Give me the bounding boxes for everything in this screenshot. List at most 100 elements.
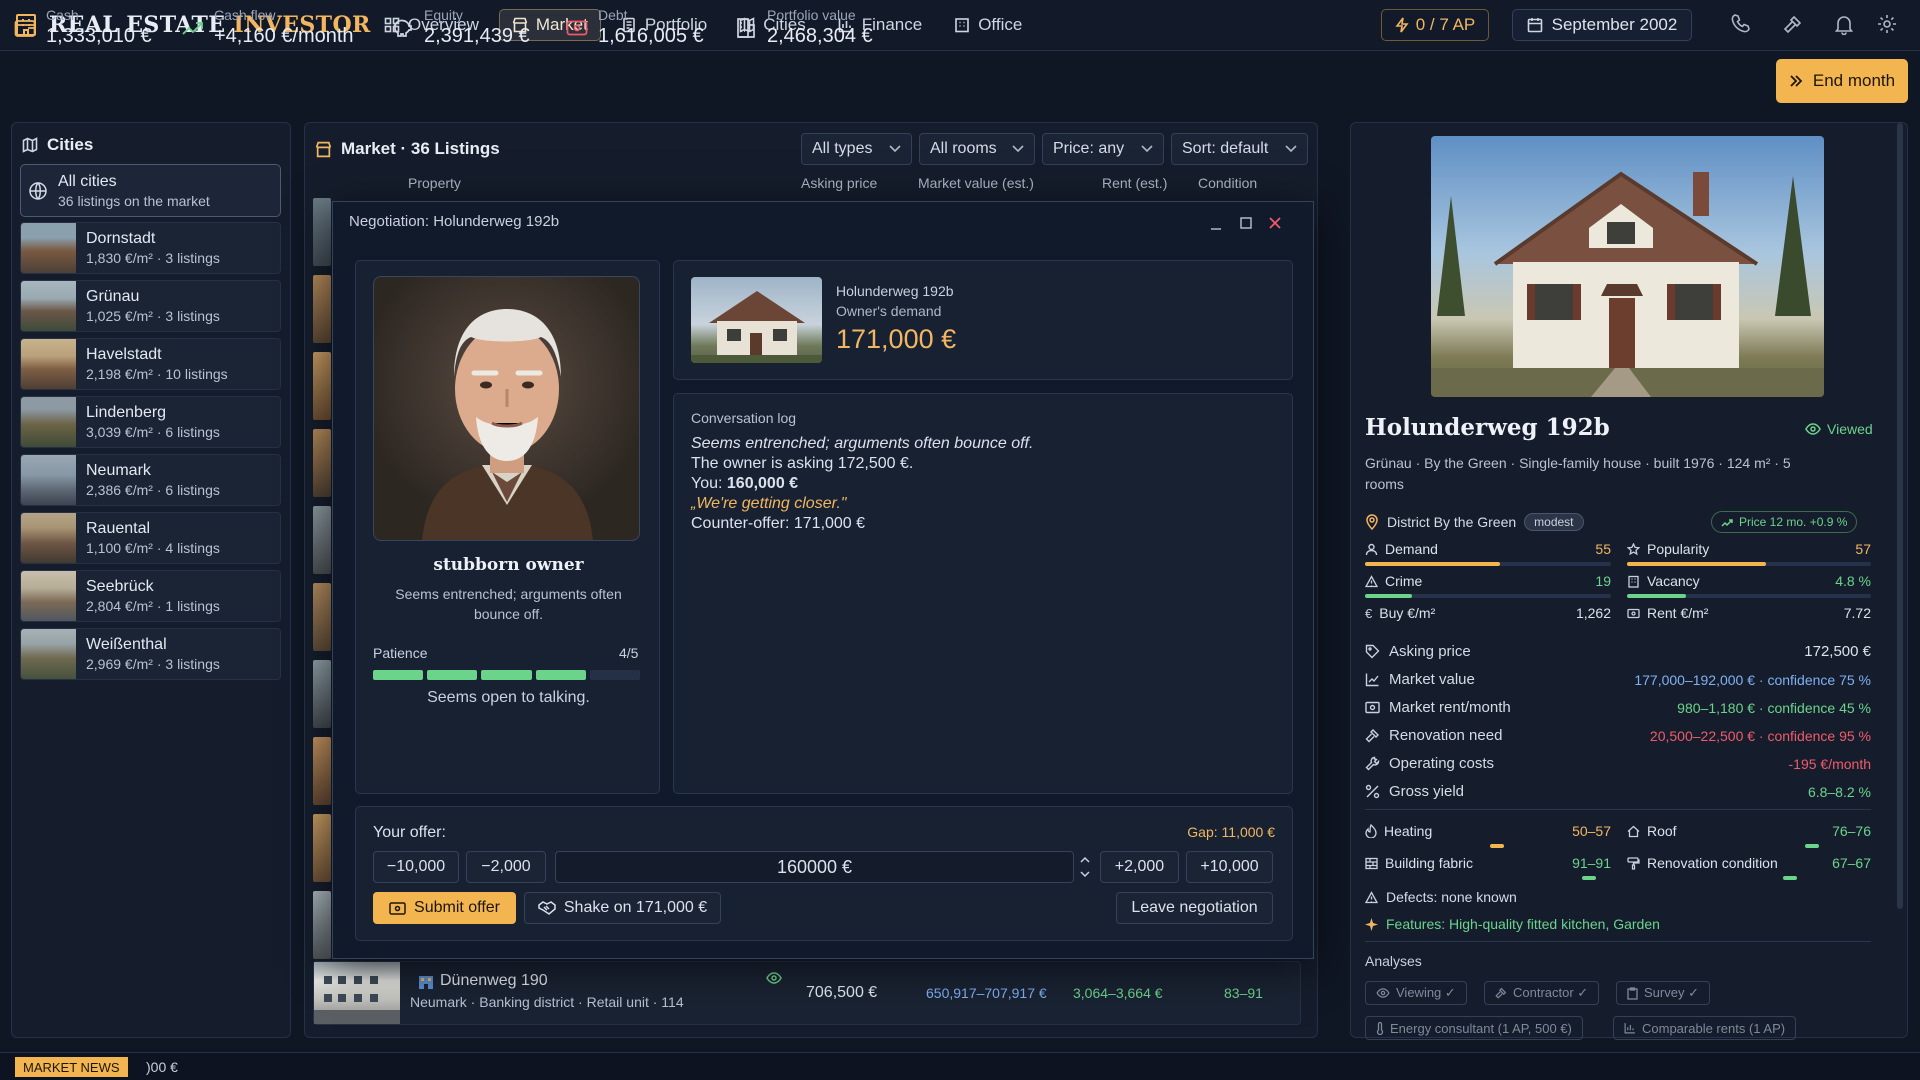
analysis-energy-consultant-button[interactable]: Energy consultant (1 AP, 500 €) (1365, 1016, 1583, 1040)
eye-icon (766, 972, 782, 984)
offer-gap: Gap: 11,000 € (1187, 824, 1275, 840)
row-confidence: · confidence 95 % (1755, 727, 1871, 744)
column-header-rent[interactable]: Rent (est.) (1102, 175, 1167, 191)
filter-price-select[interactable]: Price: any (1042, 133, 1164, 165)
metric-label: Vacancy (1647, 573, 1700, 589)
analysis-comparable-rents-button[interactable]: Comparable rents (1 AP) (1613, 1016, 1797, 1040)
spinner-arrows-icon[interactable] (1079, 854, 1091, 880)
condition-label: Building fabric (1385, 855, 1473, 871)
submit-offer-button[interactable]: Submit offer (373, 892, 516, 924)
viewed-badge: Viewed (1805, 421, 1873, 437)
bricks-icon (1365, 857, 1378, 870)
offer-amount-input[interactable]: 160000 € (555, 851, 1074, 883)
city-price: 2,969 €/m² (86, 656, 153, 672)
calendar-icon (1527, 17, 1543, 33)
listing-thumbnail (313, 660, 331, 728)
trend-up-icon (182, 19, 204, 37)
hammer-icon[interactable] (1782, 13, 1804, 35)
action-points-badge[interactable]: 0 / 7 AP (1381, 9, 1489, 41)
analysis-contractor-button[interactable]: Contractor ✓ (1484, 981, 1600, 1005)
phone-icon[interactable] (1730, 13, 1752, 35)
log-line: Counter-offer: 171,000 € (691, 515, 866, 532)
warning-icon (1365, 574, 1378, 588)
eye-icon (1805, 423, 1821, 435)
fabric-bar-marker (1365, 876, 1611, 880)
close-icon[interactable] (1268, 216, 1282, 230)
decrease-2000-button[interactable]: −2,000 (466, 851, 546, 883)
sort-select[interactable]: Sort: default (1171, 133, 1308, 165)
column-header-property[interactable]: Property (408, 175, 461, 191)
stat-label: Equity (424, 7, 463, 23)
city-item-neumark[interactable]: Neumark 2,386 €/m² · 6 listings (20, 454, 281, 506)
listing-row-dunenweg-190[interactable]: Dünenweg 190 Neumark · Banking district … (313, 961, 1301, 1025)
vacancy-bar-fill (1627, 594, 1686, 598)
warning-icon (1365, 890, 1378, 904)
minimize-icon[interactable] (1209, 218, 1223, 232)
range-marker (1581, 876, 1596, 880)
analysis-survey-button[interactable]: Survey ✓ (1616, 981, 1710, 1005)
map-pin-icon (1365, 514, 1379, 530)
city-all-cities[interactable]: All cities 36 listings on the market (20, 164, 281, 217)
condition-value: 67–67 (1832, 855, 1871, 871)
district-name: District By the Green (1387, 514, 1517, 530)
property-name: Holunderweg 192b (836, 283, 954, 299)
stat-value: 1,616,005 € (598, 25, 704, 47)
button-label: Shake on 171,000 € (563, 899, 708, 916)
details-scrollbar[interactable] (1897, 123, 1903, 909)
filter-type-select[interactable]: All types (801, 133, 912, 165)
increase-10000-button[interactable]: +10,000 (1186, 851, 1273, 883)
row-confidence: · confidence 45 % (1755, 699, 1871, 716)
filter-rooms-select[interactable]: All rooms (919, 133, 1035, 165)
district-info: District By the Green modest (1365, 513, 1584, 531)
banknote-icon (1365, 701, 1380, 714)
gear-icon[interactable] (1876, 13, 1898, 35)
metric-buy-price: € Buy €/m² 1,262 (1365, 605, 1611, 621)
listing-market-value: 650,917–707,917 € (926, 985, 1047, 1001)
column-header-asking-price[interactable]: Asking price (801, 175, 877, 191)
city-item-havelstadt[interactable]: Havelstadt 2,198 €/m² · 10 listings (20, 338, 281, 390)
city-item-lindenberg[interactable]: Lindenberg 3,039 €/m² · 6 listings (20, 396, 281, 448)
column-header-condition[interactable]: Condition (1198, 175, 1257, 191)
decrease-10000-button[interactable]: −10,000 (373, 851, 459, 883)
negotiation-dialog: Negotiation: Holunderweg 192b stubborn o… (332, 201, 1314, 959)
shake-on-deal-button[interactable]: Shake on 171,000 € (524, 892, 721, 924)
city-price: 3,039 €/m² (86, 424, 153, 440)
city-item-grunau[interactable]: Grünau 1,025 €/m² · 3 listings (20, 280, 281, 332)
crime-bar (1365, 594, 1611, 598)
row-gross-yield: Gross yield 6.8–8.2 % (1365, 783, 1871, 800)
stat-cashflow: Cash flow +4,160 €/month (182, 7, 354, 48)
increase-2000-button[interactable]: +2,000 (1100, 851, 1179, 883)
market-title: Market · 36 Listings (315, 139, 500, 159)
nav-office[interactable]: Office (942, 9, 1034, 41)
listing-asking-price: 706,500 € (806, 984, 878, 1001)
bell-icon[interactable] (1833, 13, 1855, 35)
stat-value: 1,333,010 € (46, 25, 152, 47)
city-item-dornstadt[interactable]: Dornstadt 1,830 €/m² · 3 listings (20, 222, 281, 274)
eye-icon (1376, 988, 1390, 998)
city-item-seebruck[interactable]: Seebrück 2,804 €/m² · 1 listings (20, 570, 281, 622)
patience-segment (427, 670, 478, 680)
offer-amount-value: 160000 € (776, 856, 853, 877)
maximize-icon[interactable] (1239, 216, 1253, 230)
leave-negotiation-button[interactable]: Leave negotiation (1116, 892, 1273, 924)
date-display[interactable]: September 2002 (1512, 9, 1692, 41)
cities-title-text: Cities (47, 135, 94, 154)
listing-thumbnail (313, 583, 331, 651)
separator: · (156, 424, 162, 440)
log-prefix: You: (691, 475, 727, 492)
log-line: The owner is asking 172,500 €. (691, 455, 914, 472)
city-item-rauental[interactable]: Rauental 1,100 €/m² · 4 listings (20, 512, 281, 564)
city-item-weissenthal[interactable]: Weißenthal 2,969 €/m² · 3 listings (20, 628, 281, 680)
price-trend-badge: Price 12 mo. +0.9 % (1711, 511, 1858, 533)
city-thumbnail (21, 223, 76, 273)
condition-renovation: Renovation condition 67–67 (1627, 855, 1871, 871)
analysis-viewing-button[interactable]: Viewing ✓ (1365, 981, 1467, 1005)
column-header-market-value[interactable]: Market value (est.) (918, 175, 1034, 191)
metric-popularity: Popularity 57 (1627, 541, 1871, 557)
metric-label: Crime (1385, 573, 1423, 589)
stat-value: 2,468,304 € (767, 25, 873, 47)
listing-rent: 3,064–3,664 € (1073, 985, 1163, 1001)
button-label: −2,000 (481, 858, 531, 875)
end-month-button[interactable]: End month (1776, 59, 1908, 103)
listing-thumbnail (313, 429, 331, 497)
